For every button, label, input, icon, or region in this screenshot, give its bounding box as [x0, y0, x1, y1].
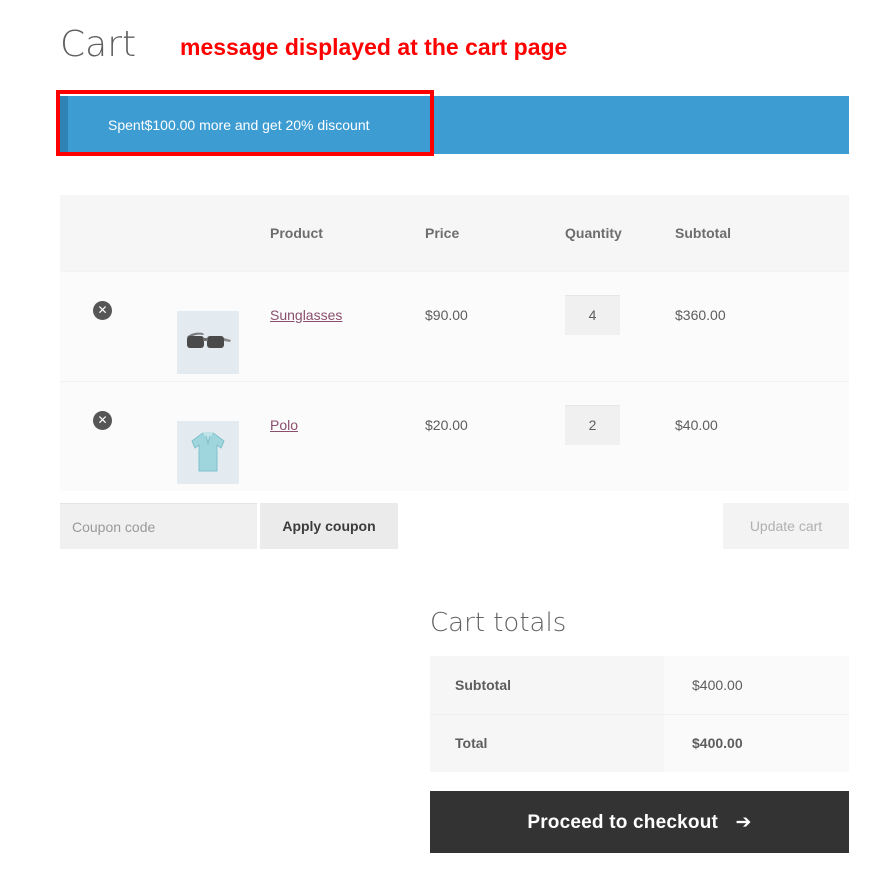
product-price: $20.00 [425, 417, 468, 433]
product-name-cell: Sunglasses [270, 272, 425, 325]
page-title: Cart [60, 24, 137, 65]
totals-row-subtotal: Subtotal $400.00 [430, 656, 849, 715]
header-quantity: Quantity [565, 225, 622, 241]
cart-totals-section: Cart totals Subtotal $400.00 Total $400.… [430, 606, 849, 772]
cart-items-table: Product Price Quantity Subtotal ✕ Sungla… [60, 195, 849, 491]
product-link[interactable]: Polo [270, 417, 298, 433]
header-thumbnail-column [145, 231, 270, 235]
product-price: $90.00 [425, 307, 468, 323]
total-label: Total [430, 714, 664, 772]
cart-actions-bar: Apply coupon Update cart [60, 503, 849, 549]
thumbnail-cell [145, 279, 270, 374]
quantity-cell: 2 [565, 382, 675, 445]
polo-shirt-thumbnail[interactable] [176, 421, 239, 484]
annotation-label: message displayed at the cart page [180, 34, 568, 60]
apply-coupon-button[interactable]: Apply coupon [260, 503, 398, 549]
page-header: Cart message displayed at the cart page [60, 22, 860, 74]
sunglasses-thumbnail[interactable] [176, 311, 239, 374]
cart-totals-table: Subtotal $400.00 Total $400.00 [430, 656, 849, 772]
quantity-stepper[interactable]: 2 [565, 405, 620, 445]
checkout-label: Proceed to checkout [527, 811, 719, 833]
product-name-cell: Polo [270, 382, 425, 435]
update-cart-button[interactable]: Update cart [723, 503, 849, 549]
header-price: Price [425, 225, 460, 241]
table-row: ✕ Polo $20.00 2 $40.00 [60, 381, 849, 491]
proceed-to-checkout-button[interactable]: Proceed to checkout ➔ [430, 791, 849, 853]
remove-item-button[interactable]: ✕ [93, 411, 112, 430]
thumbnail-cell [145, 389, 270, 484]
coupon-code-input[interactable] [60, 503, 257, 549]
quantity-cell: 4 [565, 272, 675, 335]
cart-notice-wrapper: Spent$100.00 more and get 20% discount [56, 90, 849, 156]
arrow-right-icon: ➔ [735, 810, 752, 833]
total-value: $400.00 [664, 714, 849, 772]
discount-notice-text: Spent$100.00 more and get 20% discount [108, 117, 370, 133]
totals-row-total: Total $400.00 [430, 714, 849, 772]
remove-item-button[interactable]: ✕ [93, 301, 112, 320]
product-subtotal: $360.00 [675, 307, 726, 323]
discount-notice-banner: Spent$100.00 more and get 20% discount [60, 96, 849, 154]
cart-table-header: Product Price Quantity Subtotal [60, 195, 849, 271]
product-link[interactable]: Sunglasses [270, 307, 342, 323]
quantity-stepper[interactable]: 4 [565, 295, 620, 335]
table-row: ✕ Sunglasses $90.00 4 $360.00 [60, 271, 849, 381]
header-product: Product [270, 225, 323, 241]
cart-totals-title: Cart totals [430, 608, 567, 638]
subtotal-label: Subtotal [430, 656, 664, 715]
cart-page: Cart message displayed at the cart page … [0, 0, 884, 872]
subtotal-value: $400.00 [664, 656, 849, 715]
product-subtotal: $40.00 [675, 417, 718, 433]
header-subtotal: Subtotal [675, 225, 731, 241]
